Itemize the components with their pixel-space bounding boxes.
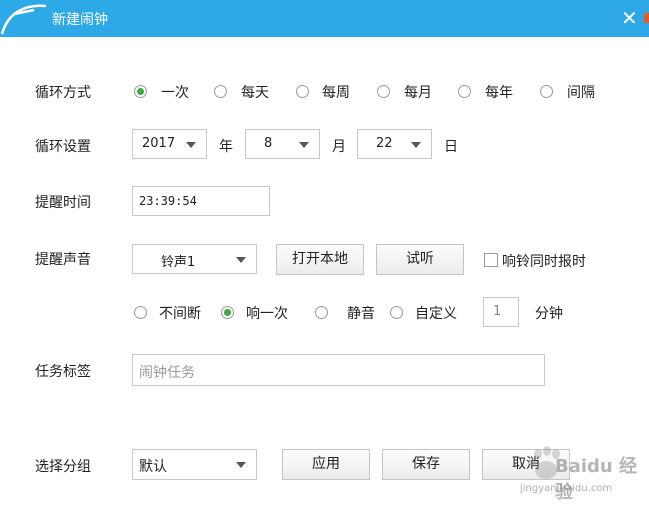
reminder-sound-label: 提醒声音: [35, 252, 91, 268]
custom-minutes-value: 1: [493, 304, 502, 319]
radio-sound-mute[interactable]: [315, 306, 328, 319]
radio-cycle-daily[interactable]: [214, 85, 227, 98]
chevron-down-icon: [236, 257, 246, 263]
radio-sound-custom-label: 自定义: [415, 306, 457, 322]
reminder-time-label: 提醒时间: [35, 195, 91, 211]
time-value: 23:39:54: [139, 194, 197, 208]
announce-time-checkbox[interactable]: [484, 253, 498, 267]
chevron-down-icon: [186, 142, 196, 148]
group-value: 默认: [139, 459, 167, 475]
title-bar: 新建闹钟 ✕: [0, 0, 649, 37]
close-icon[interactable]: ✕: [621, 6, 638, 30]
radio-sound-continuous-label: 不间断: [159, 306, 201, 322]
task-tag-label: 任务标签: [35, 364, 91, 380]
watermark-brand: Baidu 经验: [555, 456, 638, 503]
month-unit: 月: [332, 139, 346, 155]
radio-sound-once-label: 响一次: [246, 306, 288, 322]
radio-cycle-weekly[interactable]: [296, 85, 309, 98]
cycle-setting-label: 循环设置: [35, 139, 91, 155]
radio-cycle-once[interactable]: [134, 85, 147, 98]
radio-sound-mute-label: 静音: [347, 306, 375, 322]
app-logo-icon: [0, 4, 47, 35]
year-select[interactable]: 2017: [132, 129, 207, 159]
year-value: 2017: [142, 136, 176, 151]
save-button[interactable]: 保存: [382, 449, 470, 480]
sound-select[interactable]: 铃声1: [132, 244, 257, 274]
radio-cycle-interval[interactable]: [540, 85, 553, 98]
radio-cycle-weekly-label: 每周: [322, 85, 350, 101]
radio-cycle-monthly[interactable]: [377, 85, 390, 98]
radio-cycle-monthly-label: 每月: [404, 85, 432, 101]
day-select[interactable]: 22: [357, 129, 432, 159]
radio-cycle-once-label: 一次: [161, 85, 189, 101]
radio-sound-custom[interactable]: [390, 306, 403, 319]
radio-cycle-yearly-label: 每年: [485, 85, 513, 101]
task-tag-input[interactable]: 闹钟任务: [132, 354, 545, 386]
radio-cycle-yearly[interactable]: [458, 85, 471, 98]
radio-sound-once[interactable]: [221, 306, 234, 319]
custom-minutes-input[interactable]: 1: [483, 297, 519, 327]
minutes-unit: 分钟: [535, 306, 563, 322]
month-select[interactable]: 8: [245, 129, 320, 159]
chevron-down-icon: [236, 462, 246, 468]
time-input[interactable]: 23:39:54: [132, 186, 270, 216]
preview-button[interactable]: 试听: [376, 244, 464, 275]
window-title: 新建闹钟: [52, 12, 108, 28]
task-tag-placeholder: 闹钟任务: [139, 365, 195, 381]
radio-cycle-interval-label: 间隔: [567, 85, 595, 101]
open-local-button[interactable]: 打开本地: [276, 244, 364, 275]
day-unit: 日: [444, 139, 458, 155]
announce-time-label: 响铃同时报时: [502, 254, 586, 270]
chevron-down-icon: [299, 142, 309, 148]
chevron-down-icon: [411, 142, 421, 148]
sound-value: 铃声1: [161, 255, 196, 270]
day-value: 22: [376, 136, 393, 151]
apply-button[interactable]: 应用: [282, 449, 370, 480]
corner-marker: [644, 13, 649, 23]
month-value: 8: [264, 136, 273, 151]
radio-sound-continuous[interactable]: [134, 306, 147, 319]
watermark-url: jingyan.baidu.com: [520, 483, 613, 494]
year-unit: 年: [219, 139, 233, 155]
group-select[interactable]: 默认: [132, 449, 257, 480]
cycle-mode-label: 循环方式: [35, 85, 91, 101]
radio-cycle-daily-label: 每天: [241, 85, 269, 101]
group-label: 选择分组: [35, 459, 91, 475]
